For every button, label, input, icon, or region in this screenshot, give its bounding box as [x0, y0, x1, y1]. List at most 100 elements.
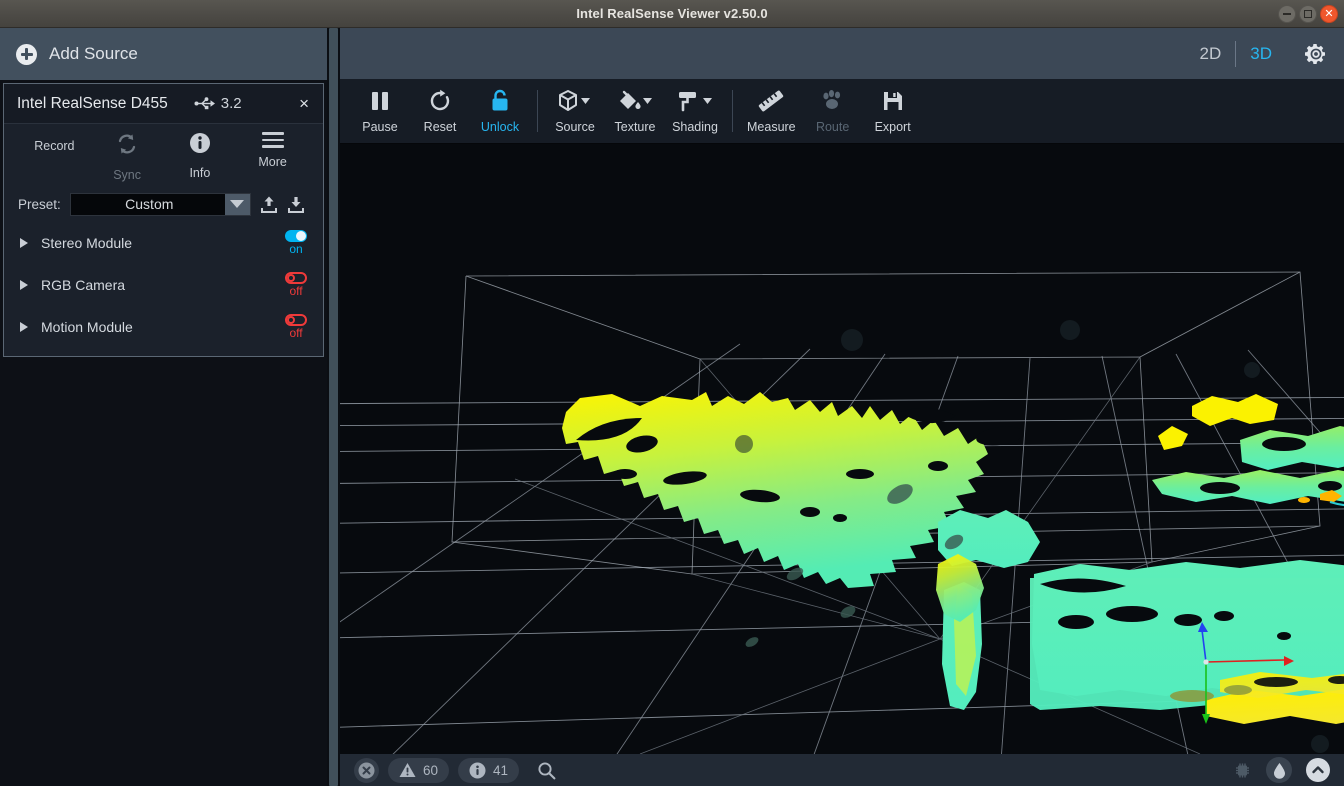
preset-dropdown[interactable]: Custom — [69, 192, 251, 216]
sync-icon — [115, 132, 139, 161]
toggle-switch-on-icon — [285, 230, 307, 242]
info-button[interactable]: Info — [164, 132, 237, 186]
module-row-motion[interactable]: Motion Module off — [14, 306, 313, 348]
expand-panel-button[interactable] — [1306, 758, 1330, 782]
toggle-switch-off-icon — [285, 272, 307, 284]
close-button[interactable]: ✕ — [1320, 5, 1338, 23]
unlock-button[interactable]: Unlock — [470, 82, 530, 140]
warning-badge[interactable]: 60 — [388, 757, 450, 783]
info-label: Info — [189, 166, 211, 180]
plus-circle-icon — [16, 43, 37, 65]
texture-button[interactable]: Texture — [605, 82, 665, 140]
sync-button[interactable]: Sync — [91, 132, 164, 186]
pause-icon — [369, 88, 391, 114]
scrollbar-thumb[interactable] — [329, 28, 338, 786]
error-icon — [358, 762, 375, 778]
toggle-state-label: off — [289, 284, 303, 298]
error-badge[interactable] — [354, 757, 379, 783]
minimize-button[interactable] — [1278, 5, 1296, 23]
save-icon — [881, 88, 905, 114]
pointcloud-render — [340, 144, 1344, 754]
reset-button[interactable]: Reset — [410, 82, 470, 140]
reset-icon — [428, 88, 452, 114]
search-icon — [538, 761, 556, 779]
ruler-icon — [756, 88, 786, 114]
more-button[interactable]: More — [236, 132, 309, 186]
roller-icon — [676, 88, 714, 114]
download-preset-button[interactable] — [287, 195, 305, 214]
motion-module-toggle[interactable]: off — [285, 314, 307, 340]
tab-3d[interactable]: 3D — [1236, 44, 1286, 64]
reset-label: Reset — [423, 120, 457, 134]
chevron-down-icon — [224, 193, 250, 215]
source-label: Source — [555, 120, 595, 134]
device-header: Intel RealSense D455 3.2 × — [4, 84, 323, 124]
info-icon — [469, 762, 486, 778]
rgb-camera-toggle[interactable]: off — [285, 272, 307, 298]
preset-label: Preset: — [18, 196, 61, 212]
metadata-drop-button[interactable] — [1266, 757, 1292, 783]
firmware-chip-button[interactable] — [1233, 761, 1252, 780]
device-panel: Intel RealSense D455 3.2 × Record Sync I… — [3, 83, 324, 357]
shading-label: Shading — [672, 120, 718, 134]
add-source-button[interactable]: Add Source — [0, 28, 327, 80]
export-button[interactable]: Export — [863, 82, 923, 140]
viewer-toolbar: Pause Reset Unlock Source Texture Shadin… — [340, 79, 1344, 144]
record-label: Record — [34, 139, 75, 153]
chevron-up-icon — [1312, 766, 1324, 774]
stereo-module-toggle[interactable]: on — [285, 230, 307, 256]
preset-value: Custom — [125, 196, 174, 212]
route-button[interactable]: Route — [803, 82, 863, 140]
download-icon — [287, 196, 304, 213]
chip-icon — [1236, 763, 1249, 777]
expand-arrow-icon[interactable] — [20, 322, 28, 332]
log-search-button[interactable] — [537, 761, 556, 780]
export-label: Export — [874, 120, 911, 134]
paw-icon — [820, 88, 846, 114]
warning-icon — [399, 763, 416, 777]
left-sidebar: Add Source Intel RealSense D455 3.2 × Re… — [0, 28, 327, 786]
warning-count: 60 — [423, 762, 439, 778]
module-list: Stereo Module on RGB Camera off Motion M… — [4, 222, 323, 356]
window-controls: ✕ — [1278, 0, 1338, 28]
info-badge[interactable]: 41 — [458, 757, 520, 783]
tab-2d[interactable]: 2D — [1186, 44, 1236, 64]
route-label: Route — [815, 120, 850, 134]
toolbar-divider — [537, 90, 538, 132]
toggle-state-label: on — [289, 242, 303, 256]
sidebar-scrollbar[interactable] — [327, 28, 340, 786]
status-bar: 60 41 — [340, 754, 1344, 786]
app-root: Intel RealSense Viewer v2.50.0 ✕ Add Sou… — [0, 0, 1344, 786]
module-name: RGB Camera — [41, 277, 126, 293]
shading-button[interactable]: Shading — [665, 82, 725, 140]
upload-preset-button[interactable] — [260, 195, 278, 214]
more-label: More — [258, 154, 287, 169]
usb-icon — [194, 97, 215, 110]
measure-button[interactable]: Measure — [740, 82, 803, 140]
texture-label: Texture — [614, 120, 656, 134]
upload-icon — [260, 196, 277, 213]
device-close-button[interactable]: × — [295, 93, 313, 114]
record-button[interactable]: Record — [18, 132, 91, 186]
source-button[interactable]: Source — [545, 82, 605, 140]
expand-arrow-icon[interactable] — [20, 238, 28, 248]
pointcloud-viewport[interactable] — [340, 144, 1344, 754]
module-name: Stereo Module — [41, 235, 133, 251]
more-icon — [261, 132, 284, 148]
info-icon — [189, 132, 211, 159]
add-source-label: Add Source — [49, 44, 138, 63]
module-name: Motion Module — [41, 319, 133, 335]
settings-button[interactable] — [1304, 42, 1328, 66]
pause-label: Pause — [362, 120, 398, 134]
module-row-rgb[interactable]: RGB Camera off — [14, 264, 313, 306]
expand-arrow-icon[interactable] — [20, 280, 28, 290]
pause-button[interactable]: Pause — [350, 82, 410, 140]
window-title: Intel RealSense Viewer v2.50.0 — [576, 6, 768, 21]
measure-label: Measure — [747, 120, 796, 134]
device-actions: Record Sync Info More — [4, 124, 323, 186]
fill-icon — [616, 88, 654, 114]
maximize-button[interactable] — [1299, 5, 1317, 23]
module-row-stereo[interactable]: Stereo Module on — [14, 222, 313, 264]
toggle-switch-off-icon — [285, 314, 307, 326]
info-count: 41 — [493, 762, 509, 778]
